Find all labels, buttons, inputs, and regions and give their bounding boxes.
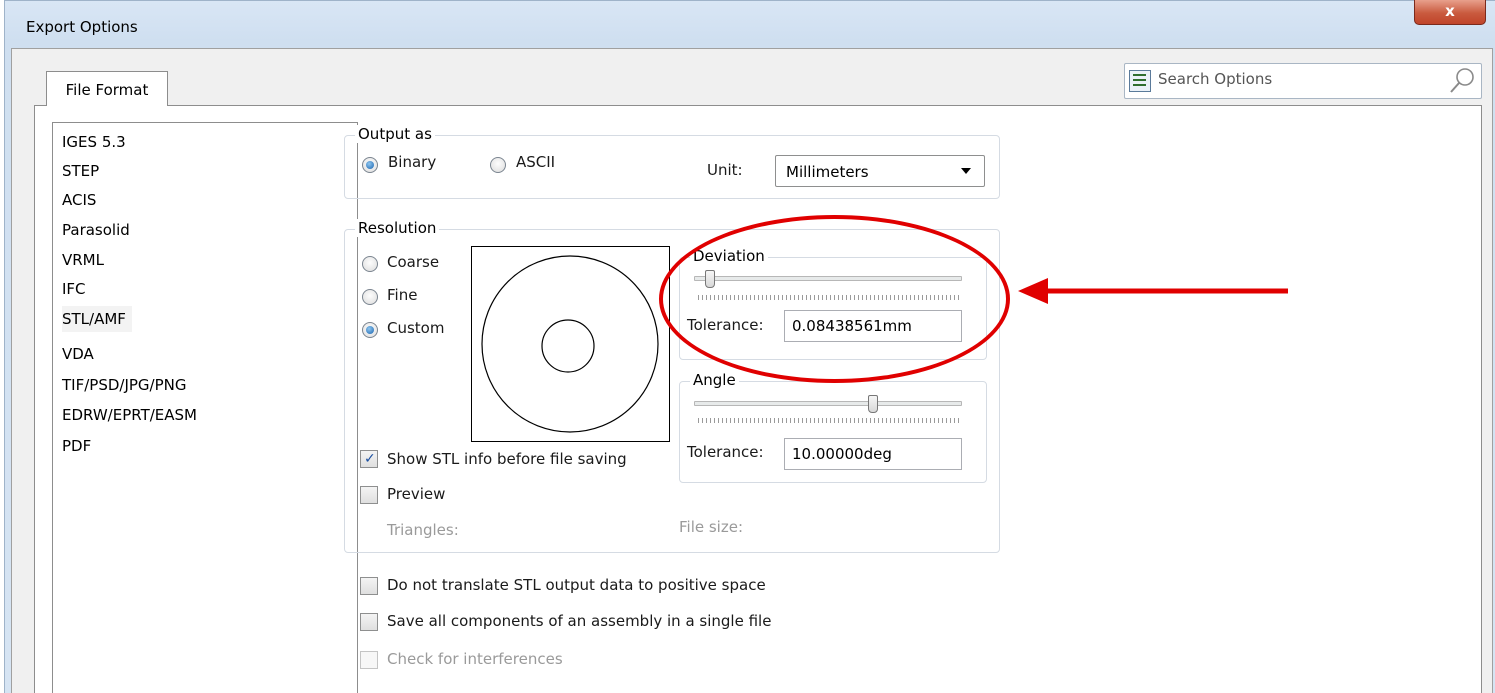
binary-label: Binary bbox=[388, 153, 437, 171]
close-button[interactable]: x bbox=[1414, 0, 1486, 25]
format-item-acis[interactable]: ACIS bbox=[62, 187, 102, 213]
format-item-iges[interactable]: IGES 5.3 bbox=[62, 129, 132, 155]
show-stl-info-checkbox[interactable]: ✓ bbox=[360, 450, 378, 468]
chevron-down-icon bbox=[961, 168, 971, 174]
save-all-components-checkbox[interactable] bbox=[360, 613, 378, 631]
angle-slider-thumb[interactable] bbox=[868, 395, 878, 413]
check-interferences-label: Check for interferences bbox=[387, 650, 563, 668]
binary-radio[interactable] bbox=[362, 157, 378, 173]
window-title: Export Options bbox=[26, 18, 138, 36]
save-all-components-label: Save all components of an assembly in a … bbox=[387, 612, 772, 630]
angle-tolerance-input[interactable]: 10.00000deg bbox=[784, 438, 962, 470]
resolution-preview-image bbox=[471, 246, 670, 442]
file-size-label: File size: bbox=[679, 518, 744, 536]
ascii-label: ASCII bbox=[516, 153, 556, 171]
preview-checkbox[interactable] bbox=[360, 486, 378, 504]
check-interferences-checkbox bbox=[360, 651, 378, 669]
custom-label: Custom bbox=[387, 319, 445, 337]
unit-dropdown[interactable]: Millimeters bbox=[775, 155, 985, 187]
format-item-parasolid[interactable]: Parasolid bbox=[62, 217, 136, 243]
resolution-title: Resolution bbox=[355, 219, 440, 237]
highlight-ellipse bbox=[659, 215, 1010, 383]
format-item-stl-amf[interactable]: STL/AMF bbox=[62, 306, 132, 332]
no-translate-checkbox[interactable] bbox=[360, 577, 378, 595]
coarse-label: Coarse bbox=[387, 253, 440, 271]
search-options-icon bbox=[1129, 70, 1151, 92]
preview-label: Preview bbox=[387, 485, 446, 503]
unit-label: Unit: bbox=[707, 161, 743, 179]
format-item-edrw-eprt-easm[interactable]: EDRW/EPRT/EASM bbox=[62, 402, 203, 428]
fine-radio[interactable] bbox=[362, 289, 378, 305]
format-item-vda[interactable]: VDA bbox=[62, 341, 100, 367]
search-input[interactable]: Search Options bbox=[1158, 70, 1272, 88]
coarse-radio[interactable] bbox=[362, 256, 378, 272]
search-options-box[interactable]: Search Options bbox=[1124, 63, 1482, 99]
angle-slider-ticks bbox=[698, 418, 959, 423]
custom-radio[interactable] bbox=[362, 322, 378, 338]
angle-tolerance-label: Tolerance: bbox=[687, 443, 764, 461]
format-item-pdf[interactable]: PDF bbox=[62, 433, 97, 459]
triangles-label: Triangles: bbox=[387, 521, 459, 539]
fine-label: Fine bbox=[387, 286, 418, 304]
angle-title: Angle bbox=[690, 371, 739, 389]
annotation-arrow-icon bbox=[1018, 278, 1288, 304]
tab-file-format[interactable]: File Format bbox=[46, 71, 168, 106]
format-item-tif-psd-jpg-png[interactable]: TIF/PSD/JPG/PNG bbox=[62, 372, 192, 398]
magnifier-icon[interactable] bbox=[1447, 66, 1477, 96]
angle-slider[interactable] bbox=[694, 401, 962, 406]
format-item-step[interactable]: STEP bbox=[62, 158, 105, 184]
output-as-title: Output as bbox=[355, 125, 435, 143]
format-item-ifc[interactable]: IFC bbox=[62, 276, 92, 302]
format-item-vrml[interactable]: VRML bbox=[62, 247, 110, 273]
format-list[interactable]: IGES 5.3 STEP ACIS Parasolid VRML IFC ST… bbox=[52, 122, 358, 693]
unit-dropdown-value: Millimeters bbox=[786, 163, 869, 181]
no-translate-label: Do not translate STL output data to posi… bbox=[387, 576, 766, 594]
show-stl-info-label: Show STL info before file saving bbox=[387, 450, 627, 468]
checkmark-icon: ✓ bbox=[364, 451, 376, 467]
close-icon: x bbox=[1445, 2, 1455, 20]
ascii-radio[interactable] bbox=[490, 157, 506, 173]
